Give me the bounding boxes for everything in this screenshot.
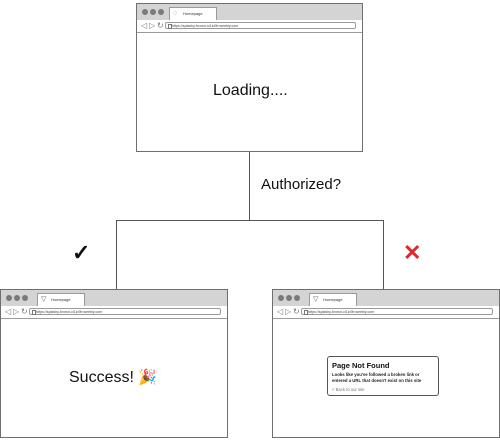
title-bar: ▽ Homepage (273, 290, 499, 307)
forward-icon[interactable]: ▷ (13, 307, 19, 316)
address-bar[interactable]: https://splashy-brown-ci1lo9b.weebly.com (301, 308, 493, 315)
favicon-icon: ▽ (41, 296, 47, 303)
browser-toolbar: ◁ ▷ ↻ https://splashy-brown-ci1lo9b.weeb… (273, 306, 499, 319)
refresh-icon[interactable]: ↻ (157, 21, 164, 30)
success-text: Success! 🎉 (69, 368, 157, 387)
connector-line (116, 220, 384, 221)
refresh-icon[interactable]: ↻ (293, 307, 300, 316)
connector-line (249, 152, 250, 220)
back-icon[interactable]: ◁ (277, 307, 283, 316)
forward-icon[interactable]: ▷ (285, 307, 291, 316)
window-control-dot[interactable] (14, 295, 20, 301)
tab-label: Homepage (183, 11, 203, 16)
check-icon: ✓ (72, 240, 91, 265)
browser-tab[interactable]: ◌ Homepage (169, 7, 217, 20)
back-link[interactable]: < Back to our site (332, 387, 364, 392)
cross-icon: ✕ (403, 240, 422, 265)
window-control-dot[interactable] (158, 9, 164, 15)
window-control-dot[interactable] (142, 9, 148, 15)
tab-label: Homepage (51, 297, 71, 302)
spinner-icon: ◌ (173, 10, 178, 17)
decision-label: Authorized? (261, 176, 342, 193)
connector-line (116, 220, 117, 290)
card-body: Looks like you've followed a broken link… (332, 372, 422, 383)
window-control-dot[interactable] (286, 295, 292, 301)
window-control-dot[interactable] (6, 295, 12, 301)
back-icon[interactable]: ◁ (141, 21, 147, 30)
title-bar: ◌ Homepage (137, 4, 362, 21)
address-bar[interactable]: https://splashy-brown-ci1lo9b.weebly.com (165, 22, 356, 29)
card-title: Page Not Found (332, 361, 390, 370)
party-popper-icon: 🎉 (138, 369, 158, 386)
success-label: Success! (69, 369, 134, 386)
title-bar: ▽ Homepage (1, 290, 227, 307)
tab-label: Homepage (323, 297, 343, 302)
browser-toolbar: ◁ ▷ ↻ https://splashy-brown-ci1lo9b.weeb… (1, 306, 227, 319)
refresh-icon[interactable]: ↻ (21, 307, 28, 316)
url-text: https://splashy-brown-ci1lo9b.weebly.com (36, 310, 103, 314)
forward-icon[interactable]: ▷ (149, 21, 155, 30)
favicon-icon: ▽ (313, 296, 319, 303)
success-browser-window: ▽ Homepage ◁ ▷ ↻ https://splashy-brown-c… (0, 289, 228, 438)
loading-text: Loading.... (213, 82, 288, 99)
window-control-dot[interactable] (294, 295, 300, 301)
window-control-dot[interactable] (278, 295, 284, 301)
top-browser-window: ◌ Homepage ◁ ▷ ↻ https://splashy-brown-c… (136, 3, 363, 152)
window-control-dot[interactable] (150, 9, 156, 15)
browser-toolbar: ◁ ▷ ↻ https://splashy-brown-ci1lo9b.weeb… (137, 20, 362, 33)
browser-tab[interactable]: ▽ Homepage (37, 293, 85, 306)
url-text: https://splashy-brown-ci1lo9b.weebly.com (308, 310, 375, 314)
url-text: https://splashy-brown-ci1lo9b.weebly.com (172, 24, 239, 28)
connector-line (383, 220, 384, 290)
not-found-browser-window: ▽ Homepage ◁ ▷ ↻ https://splashy-brown-c… (272, 289, 500, 438)
window-control-dot[interactable] (22, 295, 28, 301)
back-icon[interactable]: ◁ (5, 307, 11, 316)
browser-tab[interactable]: ▽ Homepage (309, 293, 357, 306)
not-found-card: Page Not Found Looks like you've followe… (327, 356, 439, 396)
address-bar[interactable]: https://splashy-brown-ci1lo9b.weebly.com (29, 308, 221, 315)
